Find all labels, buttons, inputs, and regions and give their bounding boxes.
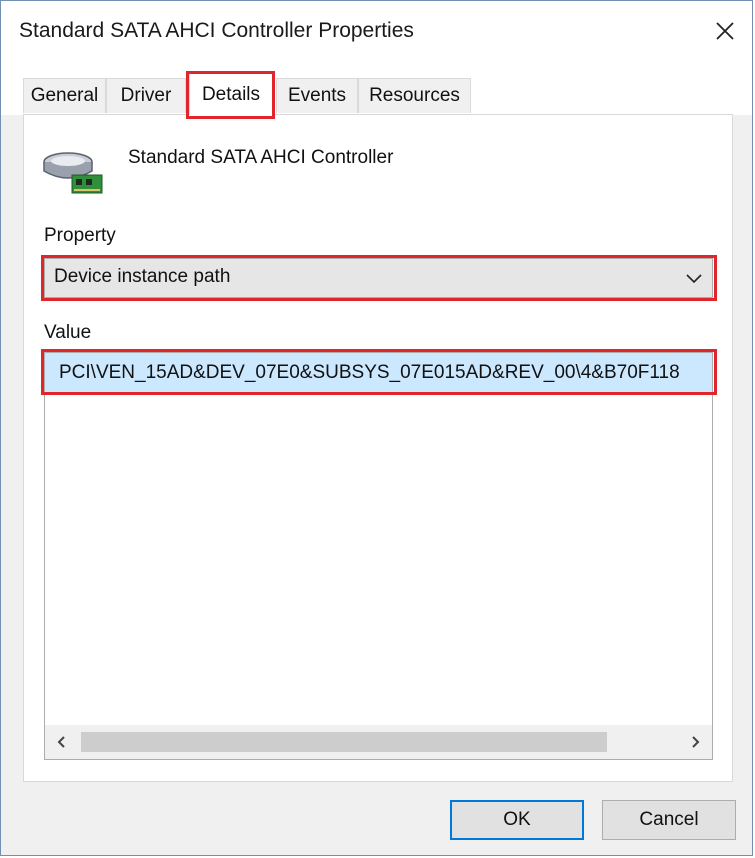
tab-driver[interactable]: Driver: [106, 78, 186, 113]
tab-details[interactable]: Details: [189, 73, 273, 115]
tab-general[interactable]: General: [23, 78, 106, 113]
tab-events[interactable]: Events: [276, 78, 358, 113]
details-panel: Standard SATA AHCI Controller Property D…: [23, 114, 733, 782]
scroll-right-button[interactable]: [678, 725, 712, 759]
chevron-down-icon: [686, 274, 702, 284]
window-title: Standard SATA AHCI Controller Properties: [19, 19, 414, 42]
value-list[interactable]: PCI\VEN_15AD&DEV_07E0&SUBSYS_07E015AD&RE…: [44, 352, 713, 760]
properties-dialog: Standard SATA AHCI Controller Properties…: [0, 0, 753, 856]
ok-button[interactable]: OK: [450, 800, 584, 840]
close-button[interactable]: [698, 1, 752, 61]
cancel-button[interactable]: Cancel: [602, 800, 736, 840]
storage-controller-icon: [43, 152, 103, 194]
chevron-left-icon: [57, 736, 65, 748]
tab-resources[interactable]: Resources: [358, 78, 471, 113]
tab-strip: General Driver Details Events Resources: [1, 65, 752, 119]
property-dropdown[interactable]: Device instance path: [44, 258, 713, 298]
value-row-text: PCI\VEN_15AD&DEV_07E0&SUBSYS_07E015AD&RE…: [59, 362, 680, 383]
scroll-left-button[interactable]: [45, 725, 79, 759]
value-label: Value: [44, 322, 92, 343]
chevron-right-icon: [692, 736, 700, 748]
property-label: Property: [44, 225, 116, 246]
value-row[interactable]: PCI\VEN_15AD&DEV_07E0&SUBSYS_07E015AD&RE…: [45, 353, 712, 393]
device-name: Standard SATA AHCI Controller: [128, 147, 394, 168]
property-selected-value: Device instance path: [54, 266, 231, 287]
close-icon: [716, 22, 734, 40]
scrollbar-thumb[interactable]: [81, 732, 607, 752]
horizontal-scrollbar[interactable]: [45, 725, 712, 759]
title-bar: Standard SATA AHCI Controller Properties: [1, 1, 752, 65]
